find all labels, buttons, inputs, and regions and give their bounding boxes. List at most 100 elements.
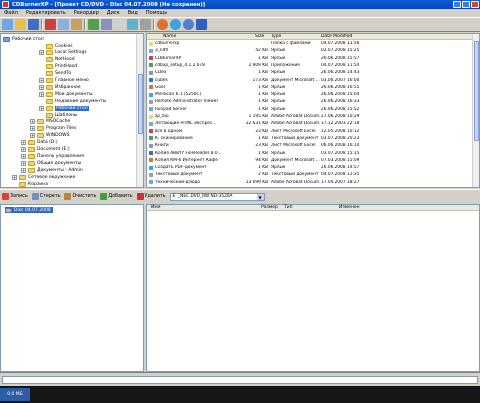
start-button[interactable]: 0.0 МБ	[0, 388, 30, 401]
new-icon[interactable]	[2, 19, 13, 30]
stop-icon[interactable]	[157, 19, 168, 30]
file-row[interactable]: 3_ndfl 42 KB Ярлык 02.07.2008 15:25	[147, 48, 473, 54]
info-icon[interactable]	[183, 19, 194, 30]
cut-icon[interactable]	[45, 19, 56, 30]
scroll-thumb[interactable]	[138, 74, 143, 134]
expand-icon[interactable]: +	[30, 126, 35, 132]
tree-item[interactable]: + Общие документы	[21, 160, 81, 166]
folder-tree[interactable]: Рабочий стол Cookies + Local Settings NetHo…	[0, 33, 144, 188]
help-icon[interactable]	[196, 19, 207, 30]
open-icon[interactable]	[15, 19, 26, 30]
file-row[interactable]: cdburnerxp Папка с файлами 04.07.2008 11:5…	[147, 41, 473, 47]
file-row[interactable]: CDex 1 KB Ярлык 26.06.2008 14:43	[147, 70, 473, 76]
expand-icon[interactable]: +	[30, 119, 35, 125]
properties-icon[interactable]	[140, 19, 151, 30]
expand-icon[interactable]: +	[12, 174, 17, 180]
tree-item[interactable]: Cookies	[39, 43, 73, 49]
expand-icon[interactable]: +	[39, 84, 44, 90]
tree-item[interactable]: + Document (E:)	[21, 147, 70, 153]
menu-view[interactable]: Вид	[128, 10, 138, 16]
expand-icon[interactable]: +	[39, 91, 44, 97]
tree-item[interactable]: Шаблоны	[39, 112, 77, 118]
expand-icon[interactable]: +	[39, 105, 44, 111]
file-list[interactable]: Name Size Type Date Modified cdburnerxp П…	[146, 33, 480, 188]
tree-item[interactable]: NetHood	[39, 57, 75, 63]
tree-item[interactable]: + Избранное	[39, 84, 81, 90]
expand-icon[interactable]: +	[30, 133, 35, 139]
tree-item[interactable]: + Сетевое окружение	[12, 174, 75, 180]
file-row[interactable]: MiniScan 6.1 (5250C) 1 KB Ярлык 26.06.2008 …	[147, 92, 473, 98]
tree-item[interactable]: + Мои документы	[39, 91, 93, 97]
col-modified[interactable]: Изменен	[339, 205, 360, 210]
tree-item[interactable]: + Документы - Admin	[21, 167, 83, 173]
import-icon[interactable]	[127, 19, 138, 30]
tree-item[interactable]: + MSOCache	[30, 119, 70, 125]
file-row[interactable]: Копия ABBYY FineReader 8.0... 1 KB Ярлык 03…	[147, 151, 473, 157]
expand-icon[interactable]: +	[21, 147, 26, 152]
expand-icon[interactable]: +	[21, 153, 26, 159]
expand-icon[interactable]: +	[21, 160, 26, 166]
disc-icon[interactable]	[101, 19, 112, 30]
chevron-down-icon[interactable]: ▼	[256, 193, 264, 200]
col-name[interactable]: Name	[163, 34, 176, 39]
disc-tree[interactable]: Disc 04.07.2008	[0, 204, 144, 372]
tree-scrollbar[interactable]	[136, 34, 143, 187]
copy-icon[interactable]	[58, 19, 69, 30]
tree-item[interactable]: Недавние документы	[39, 98, 106, 104]
file-row[interactable]: Копия КМ-6 Интернет Кафе 94 KB Документ Mi…	[147, 158, 473, 164]
add-button[interactable]: Добавить	[100, 193, 133, 200]
tree-item[interactable]: + Local Settings	[39, 50, 87, 56]
file-row[interactable]: К. сканирование 1 KB Текстовый документ 03.…	[147, 136, 473, 142]
tree-item[interactable]: + Program Files	[30, 126, 76, 132]
expand-icon[interactable]: +	[39, 50, 44, 56]
window-titlebar[interactable]: CDBurnerXP - [Проект CD/DVD - Disc 04.07…	[0, 0, 480, 9]
col-size[interactable]: Size	[255, 34, 264, 39]
file-row[interactable]: Создать PDF-документ 1 KB Ярлык 26.06.2008 …	[147, 165, 473, 171]
expand-icon[interactable]: +	[21, 167, 26, 173]
tree-item[interactable]: + Главное меню	[39, 78, 89, 84]
drive-icon[interactable]	[114, 19, 125, 30]
menu-recorder[interactable]: Рекордер	[74, 10, 99, 16]
file-row[interactable]: Книги 23 KB Лист Microsoft Excel 06.06.2008…	[147, 143, 473, 149]
file-row[interactable]: Текстовый документ 2 KB Текстовый документ…	[147, 172, 473, 178]
file-row[interactable]: Remote Administrator Viewer 1 KB Ярлык 26.0…	[147, 99, 473, 105]
globe-icon[interactable]	[170, 19, 181, 30]
tree-root[interactable]: Рабочий стол	[3, 36, 44, 42]
file-row[interactable]: cdbxp_setup_4.1.2.678 2 909 KB Приложение 0…	[147, 63, 473, 69]
file-row[interactable]: CDBurnerXP 1 KB Ярлык 26.06.2008 15:57	[147, 56, 473, 62]
tree-item[interactable]: + Панель управления	[21, 153, 84, 159]
col-type[interactable]: Тип	[284, 205, 293, 210]
erase-button[interactable]: Стереть	[31, 193, 60, 200]
tree-item[interactable]: + Data (D:)	[21, 140, 58, 146]
save-icon[interactable]	[28, 19, 39, 30]
file-row[interactable]: zp_bio 1 195 KB Adobe Acrobat Docum... 27.0…	[147, 114, 473, 120]
col-date[interactable]: Date Modified	[321, 34, 352, 39]
paste-icon[interactable]	[71, 19, 82, 30]
file-row[interactable]: технический-дзюдо 13 099 KB Adobe Acrobat …	[147, 180, 473, 186]
menu-edit[interactable]: Редактировать	[26, 10, 66, 16]
tree-item[interactable]: + WINDOWS	[30, 133, 69, 139]
menu-file[interactable]: Файл	[4, 10, 18, 16]
col-type[interactable]: Type	[271, 34, 281, 39]
clear-button[interactable]: Очистить	[64, 193, 96, 200]
burn-icon[interactable]	[88, 19, 99, 30]
delete-button[interactable]: Удалить	[136, 193, 166, 200]
maximize-button[interactable]	[462, 1, 470, 8]
drive-select[interactable]: E: _NEC DVD_RW ND-3520A ▼	[169, 192, 265, 201]
tree-item[interactable]: + Рабочий стол	[39, 105, 89, 111]
file-row[interactable]: Летающие HTML Экспрес... 22 631 KB Adobe A…	[147, 121, 473, 127]
file-row[interactable]: Gool 1 KB Ярлык 26.06.2008 16:55	[147, 85, 473, 91]
col-size[interactable]: Размер	[261, 205, 278, 210]
tree-item[interactable]: PrintHood	[39, 64, 77, 70]
minimize-button[interactable]	[453, 1, 461, 8]
expand-icon[interactable]: +	[39, 78, 44, 83]
expand-icon[interactable]: +	[21, 140, 26, 146]
burn-button[interactable]: Запись	[2, 193, 28, 200]
disc-file-list[interactable]: Имя Размер Тип Изменен	[146, 204, 480, 372]
file-scrollbar[interactable]	[472, 34, 479, 187]
file-row[interactable]: все в одном 23 KB Лист Microsoft Excel 12.0…	[147, 129, 473, 135]
menu-disc[interactable]: Диск	[107, 10, 120, 16]
file-row[interactable]: Runpad Server 1 KB Ярлык 26.06.2008 15:52	[147, 107, 473, 113]
disc-node[interactable]: Disc 04.07.2008	[5, 207, 53, 213]
tree-item[interactable]: Корзина	[12, 181, 48, 187]
